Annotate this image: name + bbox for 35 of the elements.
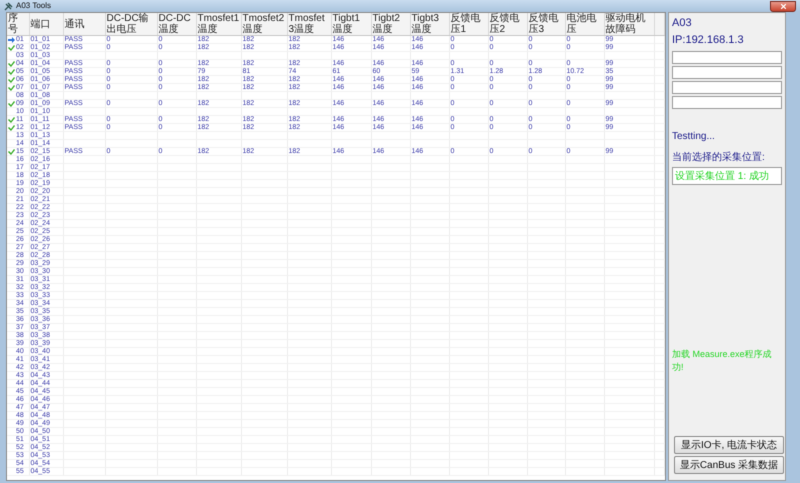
- action-button[interactable]: 显示CanBus 采集数据: [674, 456, 784, 474]
- column-header[interactable]: DC-DC温度: [157, 13, 196, 36]
- load-message: 加载 Measure.exe程序成功!: [672, 348, 773, 374]
- column-header[interactable]: 电池电压: [565, 13, 604, 36]
- input-field[interactable]: [672, 81, 782, 94]
- column-header[interactable]: Tmosfet3温度: [287, 13, 331, 36]
- column-header[interactable]: 驱动电机故障码: [604, 13, 654, 36]
- input-field[interactable]: [672, 51, 782, 64]
- close-icon: [780, 4, 786, 8]
- window-title: A03 Tools: [16, 1, 51, 11]
- action-button[interactable]: 显示IO卡, 电流卡状态: [674, 436, 784, 454]
- column-header[interactable]: Tmosfet1温度: [196, 13, 241, 36]
- column-header[interactable]: 反馈电压2: [488, 13, 527, 36]
- column-header[interactable]: 端口: [29, 13, 63, 36]
- column-header[interactable]: DC-DC输出电压: [105, 13, 157, 36]
- column-header[interactable]: Tigbt3温度: [410, 13, 449, 36]
- tools-icon: [4, 2, 13, 10]
- column-header[interactable]: 反馈电压1: [449, 13, 488, 36]
- check-icon: [8, 44, 15, 50]
- column-header[interactable]: 通讯: [63, 13, 105, 36]
- input-field[interactable]: [672, 96, 782, 109]
- column-header[interactable]: 反馈电压3: [527, 13, 565, 36]
- column-header[interactable]: Tigbt2温度: [371, 13, 410, 36]
- input-field[interactable]: [672, 66, 782, 79]
- check-icon: [8, 148, 15, 154]
- position-label: 当前选择的采集位置:: [672, 150, 766, 164]
- status-text: Testting...: [672, 131, 716, 142]
- column-header[interactable]: Tigbt1温度: [331, 13, 371, 36]
- ip-address: IP:192.168.1.3: [672, 34, 745, 46]
- check-icon: [8, 100, 15, 106]
- column-header[interactable]: Tmosfet2温度: [241, 13, 287, 36]
- device-name: A03: [672, 17, 693, 29]
- close-button[interactable]: [770, 0, 796, 12]
- position-result: 设置采集位置 1: 成功: [672, 167, 782, 185]
- arrow-icon: [8, 36, 15, 42]
